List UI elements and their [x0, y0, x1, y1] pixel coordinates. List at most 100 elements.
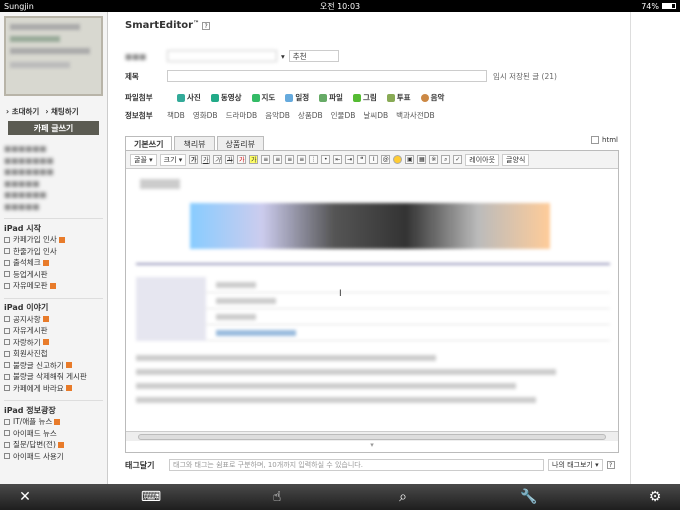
italic-icon[interactable]: 가 [213, 155, 223, 164]
font-select[interactable]: 굴꼴 ▾ [130, 153, 157, 166]
link-icon[interactable]: @ [381, 155, 391, 164]
new-badge-icon [42, 339, 49, 346]
indent-icon[interactable]: ⇥ [345, 155, 355, 164]
info-product-db[interactable]: 상품DB [298, 110, 323, 121]
ordered-list-icon[interactable]: ⋮ [309, 155, 319, 164]
invite-link[interactable]: › 초대하기 [6, 106, 39, 117]
attach-file-button[interactable]: 파일 [319, 92, 343, 103]
my-tags-button[interactable]: 나의 태그보기 ▾ [548, 459, 603, 471]
info-music-db[interactable]: 음악DB [265, 110, 290, 121]
search-icon[interactable]: ⌕ [441, 155, 451, 164]
help-icon[interactable]: ? [202, 22, 211, 30]
info-weather-db[interactable]: 날씨DB [363, 110, 388, 121]
sidebar-item-label: 한줄가입 인사 [13, 246, 57, 256]
attach-drawing-button[interactable]: 그림 [352, 92, 377, 103]
sidebar-item[interactable]: IT/애플 뉴스 [4, 416, 103, 428]
info-encyclopedia-db[interactable]: 백과사전DB [396, 110, 435, 121]
chat-link[interactable]: › 채팅하기 [45, 106, 78, 117]
help-icon[interactable]: ? [606, 461, 615, 469]
sidebar-item[interactable]: 카페가입 인사 [4, 234, 103, 246]
blurred-menu-item[interactable]: ■■■■■■ [4, 143, 103, 155]
gear-icon[interactable]: ⚙ [640, 489, 670, 505]
sidebar-item[interactable]: 등업게시판 [4, 269, 103, 281]
align-right-icon[interactable]: ≡ [285, 155, 295, 164]
sidebar-item[interactable]: 불량글 삭제해줘 게시판 [4, 371, 103, 383]
sidebar-item[interactable]: 질문/답변(전) [4, 439, 103, 451]
blurred-menu-item[interactable]: ■■■■■■■ [4, 166, 103, 178]
board-icon [4, 350, 10, 357]
sidebar-item[interactable]: 자랑하기 [4, 337, 103, 349]
tag-input[interactable]: 태그와 태그는 쉼표로 구분하며, 10개까지 입력하실 수 있습니다. [169, 459, 544, 471]
info-book-db[interactable]: 책DB [167, 110, 185, 121]
outdent-icon[interactable]: ⇤ [333, 155, 343, 164]
board-icon [4, 316, 10, 323]
quote-icon[interactable]: ❝ [357, 155, 367, 164]
sidebar-item[interactable]: 자유게시판 [4, 325, 103, 337]
html-toggle[interactable]: html [591, 136, 618, 144]
sidebar-item-label: 출석체크 [13, 258, 41, 268]
template-button[interactable]: 글양식 [502, 153, 530, 166]
sidebar-section-title: iPad 시작 [4, 218, 103, 234]
video-icon [210, 93, 219, 102]
title-input[interactable] [167, 70, 487, 82]
smarteditor-logo: SmartEditor™? [125, 20, 211, 31]
title-label: 제목 [125, 71, 139, 81]
wrench-icon[interactable]: 🔧 [514, 489, 544, 505]
highlight-icon[interactable]: 가 [249, 155, 259, 164]
sidebar-item[interactable]: 아이패드 뉴스 [4, 428, 103, 440]
headline-select[interactable]: 추천 [288, 50, 339, 62]
horizontal-scrollbar[interactable] [126, 431, 618, 441]
blurred-menu-item[interactable]: ■■■■■ [4, 178, 103, 190]
bold-icon[interactable]: 가 [189, 155, 199, 164]
spellcheck-icon[interactable]: ✓ [453, 155, 463, 164]
blurred-menu-item[interactable]: ■■■■■ [4, 201, 103, 213]
size-select[interactable]: 크기 ▾ [159, 153, 187, 166]
blurred-menu-item[interactable]: ■■■■■■■ [4, 155, 103, 167]
special-char-icon[interactable]: ※ [429, 155, 439, 164]
keyboard-icon[interactable]: ⌨ [136, 489, 166, 505]
blurred-menu-item[interactable]: ■■■■■■ [4, 189, 103, 201]
sidebar-item[interactable]: 불량글 신고하기 [4, 360, 103, 372]
board-select[interactable] [167, 50, 277, 62]
attach-video-button[interactable]: 동영상 [210, 92, 242, 103]
sidebar-item[interactable]: 아이패드 사용기 [4, 451, 103, 463]
sidebar-item[interactable]: 공지사항 [4, 314, 103, 326]
attach-schedule-button[interactable]: 일정 [285, 92, 309, 103]
font-color-icon[interactable]: 가 [237, 155, 247, 164]
strike-icon[interactable]: 가 [225, 155, 235, 164]
sidebar-item[interactable]: 출석체크 [4, 257, 103, 269]
align-left-icon[interactable]: ≡ [261, 155, 271, 164]
write-post-button[interactable]: 카페 글쓰기 [8, 121, 99, 135]
layout-button[interactable]: 레이아웃 [465, 153, 500, 166]
editor-content[interactable]: I [126, 169, 618, 431]
underline-icon[interactable]: 가 [201, 155, 211, 164]
unordered-list-icon[interactable]: • [321, 155, 331, 164]
info-drama-db[interactable]: 드라마DB [226, 110, 258, 121]
touch-icon[interactable]: ☝ [262, 489, 292, 505]
attach-vote-button[interactable]: 투표 [386, 92, 411, 103]
text-cursor-icon[interactable]: I [369, 155, 379, 164]
attach-music-button[interactable]: 음악 [420, 92, 444, 103]
new-badge-icon [42, 316, 49, 323]
html-checkbox[interactable] [591, 136, 600, 144]
emoticon-icon[interactable] [393, 155, 403, 164]
attach-map-button[interactable]: 지도 [251, 92, 275, 103]
image-icon[interactable]: ▣ [405, 155, 415, 164]
sidebar-item-label: 자유메모판 [13, 281, 48, 291]
table-icon[interactable]: ▦ [417, 155, 427, 164]
sidebar-item[interactable]: 회원사진첩 [4, 348, 103, 360]
close-icon[interactable]: ✕ [10, 489, 40, 505]
align-center-icon[interactable]: ≡ [273, 155, 283, 164]
autosave-link[interactable]: 임시 저장된 글 (21) [493, 71, 557, 82]
align-justify-icon[interactable]: ≡ [297, 155, 307, 164]
sidebar-item[interactable]: 카페에게 바라요 [4, 383, 103, 395]
info-person-db[interactable]: 인물DB [331, 110, 356, 121]
chevron-down-icon[interactable]: ▾ [281, 52, 285, 61]
sidebar-item[interactable]: 한줄가입 인사 [4, 246, 103, 258]
sidebar-item[interactable]: 자유메모판 [4, 280, 103, 292]
info-movie-db[interactable]: 영화DB [193, 110, 218, 121]
resize-handle[interactable]: ▾ [126, 441, 618, 451]
attach-photo-button[interactable]: 사진 [177, 92, 201, 103]
editor-frame: 굴꼴 ▾ 크기 ▾ 가 가 가 가 가 가 ≡ ≡ ≡ ≡ ⋮ • ⇤ ⇥ ❝ … [125, 150, 619, 453]
search-icon[interactable]: ⌕ [388, 489, 418, 505]
